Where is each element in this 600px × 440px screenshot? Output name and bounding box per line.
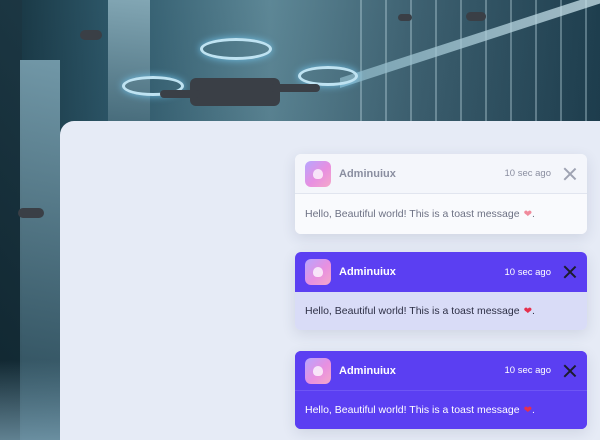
app-logo-icon: [305, 357, 331, 384]
drone-illustration: [392, 10, 418, 24]
city-glow: [0, 360, 60, 440]
bridge-cable: [585, 0, 587, 125]
bridge-cable: [510, 0, 512, 125]
close-icon[interactable]: [563, 265, 577, 279]
toast-body: Hello, Beautiful world! This is a toast …: [295, 292, 587, 330]
bridge-cable: [560, 0, 562, 125]
drone-illustration: [120, 28, 358, 128]
toast-title: Adminuiux: [339, 167, 396, 180]
toast-message-suffix: .: [531, 208, 535, 220]
drone-illustration: [458, 6, 494, 26]
bridge-cable: [435, 0, 437, 125]
toast-light: Adminuiux 10 sec ago Hello, Beautiful wo…: [295, 154, 587, 234]
toast-primary-header: Adminuiux 10 sec ago Hello, Beautiful wo…: [295, 252, 587, 330]
toast-message-suffix: .: [531, 404, 535, 416]
close-icon[interactable]: [563, 364, 577, 378]
toast-body: Hello, Beautiful world! This is a toast …: [295, 194, 587, 234]
toast-primary: Adminuiux 10 sec ago Hello, Beautiful wo…: [295, 351, 587, 429]
heart-icon: ❤: [523, 208, 532, 220]
drone-illustration: [8, 200, 56, 226]
toast-time: 10 sec ago: [504, 168, 551, 179]
toast-title: Adminuiux: [339, 266, 396, 278]
toast-message-suffix: .: [531, 305, 535, 317]
app-logo-icon: [305, 160, 331, 187]
toast-title: Adminuiux: [339, 364, 396, 377]
toast-body: Hello, Beautiful world! This is a toast …: [295, 391, 587, 429]
heart-icon: ❤: [523, 305, 532, 317]
heart-icon: ❤: [523, 404, 532, 416]
bridge-cable: [360, 0, 362, 125]
toast-time: 10 sec ago: [504, 365, 551, 376]
toast-message: Hello, Beautiful world! This is a toast …: [305, 305, 520, 317]
close-icon[interactable]: [563, 167, 577, 181]
toast-time: 10 sec ago: [504, 266, 551, 278]
toast-header: Adminuiux 10 sec ago: [295, 351, 587, 391]
toast-header: Adminuiux 10 sec ago: [295, 252, 587, 292]
toast-header: Adminuiux 10 sec ago: [295, 154, 587, 194]
app-logo-icon: [305, 259, 331, 285]
toast-message: Hello, Beautiful world! This is a toast …: [305, 404, 520, 416]
toast-message: Hello, Beautiful world! This is a toast …: [305, 208, 520, 220]
drone-illustration: [72, 22, 112, 46]
